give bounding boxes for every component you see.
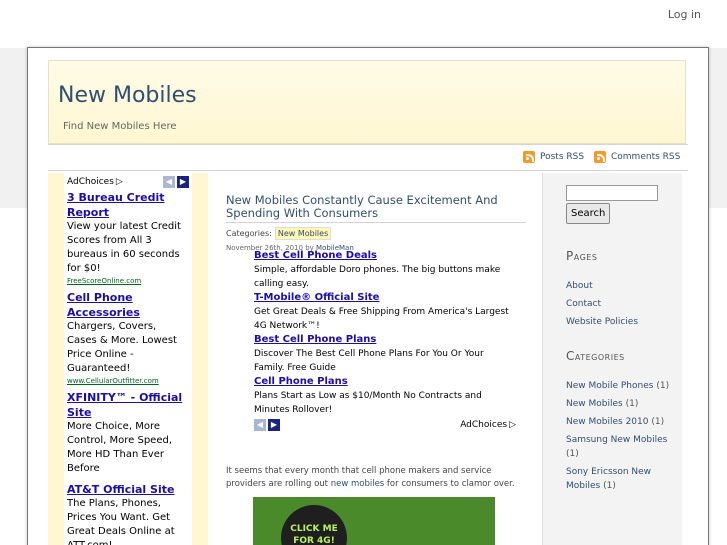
ad-title-link[interactable]: 3 Bureau Credit Report xyxy=(67,190,189,220)
site-description: Find New Mobiles Here xyxy=(63,121,177,132)
categories-list: New Mobile Phones (1) New Mobiles (1) Ne… xyxy=(566,379,676,497)
body-text: for consumers to clamor over. xyxy=(384,479,515,489)
site-title[interactable]: New Mobiles xyxy=(58,83,197,108)
top-bar: Log in xyxy=(0,0,727,48)
list-item: Samsung New Mobiles (1) xyxy=(566,433,676,461)
ad-text: More Choice, More Control, More Speed, M… xyxy=(67,421,172,474)
rss-icon xyxy=(594,151,606,163)
page-link-policies[interactable]: Website Policies xyxy=(566,317,638,327)
prev-arrow-icon[interactable]: ◀ xyxy=(163,175,175,188)
sidebar: Search Pages About Contact Website Polic… xyxy=(542,173,682,545)
category-count: (1) xyxy=(656,381,670,391)
category-link[interactable]: Samsung New Mobiles xyxy=(566,435,667,445)
ad-nav: ◀ ▶ xyxy=(254,419,280,431)
ad-url-link[interactable]: www.CellularOutfitter.com xyxy=(67,376,189,386)
ad-url-link[interactable]: FreeScoreOnline.com xyxy=(67,276,189,286)
ad-header: AdChoices ▷ ◀ ▶ xyxy=(67,173,189,190)
divider xyxy=(226,222,526,223)
ad-text: Chargers, Covers, Cases & More. Lowest P… xyxy=(67,321,177,374)
categories-label: Categories: xyxy=(226,229,272,238)
post: New Mobiles Constantly Cause Excitement … xyxy=(226,194,526,252)
category-count: (1) xyxy=(566,449,579,459)
ad-text: View your latest Credit Scores from All … xyxy=(67,221,181,274)
list-item: New Mobile Phones (1) xyxy=(566,379,676,393)
ad-text: Discover The Best Cell Phone Plans For Y… xyxy=(254,349,484,373)
category-link[interactable]: New Mobile Phones xyxy=(566,381,653,391)
list-item: New Mobiles 2010 (1) xyxy=(566,415,676,429)
adchoices-icon: ▷ xyxy=(509,420,516,430)
category-link[interactable]: New Mobiles 2010 xyxy=(566,417,648,427)
ad-text: Get Great Deals & Free Shipping From Ame… xyxy=(254,307,509,331)
pages-heading: Pages xyxy=(566,249,598,263)
body-link[interactable]: new mobiles xyxy=(331,479,385,489)
next-arrow-icon[interactable]: ▶ xyxy=(268,419,280,431)
ad-nav: ◀ ▶ xyxy=(163,175,189,188)
post-categories: Categories: New Mobiles xyxy=(226,227,526,240)
rss-icon xyxy=(523,151,535,163)
comments-rss-label: Comments RSS xyxy=(611,152,681,162)
posts-rss-label: Posts RSS xyxy=(540,152,585,162)
list-item: Website Policies xyxy=(566,315,676,329)
adchoices-link[interactable]: AdChoices ▷ xyxy=(460,420,516,430)
next-arrow-icon[interactable]: ▶ xyxy=(177,175,189,188)
ad-title-link[interactable]: T-Mobile® Official Site xyxy=(254,291,516,305)
category-count: (1) xyxy=(603,481,616,491)
categories-heading: Categories xyxy=(566,349,625,363)
login-link[interactable]: Log in xyxy=(668,8,701,21)
prev-arrow-icon[interactable]: ◀ xyxy=(254,419,266,431)
adchoices-icon: ▷ xyxy=(115,176,123,187)
list-item: Contact xyxy=(566,297,676,311)
list-item: New Mobiles (1) xyxy=(566,397,676,411)
page-link-contact[interactable]: Contact xyxy=(566,299,601,309)
comments-rss-link[interactable]: Comments RSS xyxy=(594,151,680,163)
site-header: New Mobiles Find New Mobiles Here xyxy=(48,60,686,144)
search-button[interactable]: Search xyxy=(566,203,611,224)
search-input[interactable] xyxy=(566,185,658,201)
list-item: Sony Ericsson New Mobiles (1) xyxy=(566,465,676,493)
banner-ad[interactable]: CLICK ME FOR 4G! xyxy=(253,497,495,545)
ad-text: The Plans, Phones, Prices You Want. Get … xyxy=(67,498,175,545)
ad-text: Simple, affordable Doro phones. The big … xyxy=(254,265,501,289)
category-tag[interactable]: New Mobiles xyxy=(274,227,332,240)
banner-text: CLICK ME FOR 4G! xyxy=(281,505,347,545)
list-item: About xyxy=(566,279,676,293)
posts-rss-link[interactable]: Posts RSS xyxy=(523,151,584,163)
left-ad-unit: AdChoices ▷ ◀ ▶ 3 Bureau Credit Report Vi… xyxy=(64,173,192,545)
category-count: (1) xyxy=(625,399,639,409)
ad-footer: ◀ ▶ AdChoices ▷ xyxy=(254,419,516,431)
ad-title-link[interactable]: Best Cell Phone Plans xyxy=(254,333,516,347)
pages-list: About Contact Website Policies xyxy=(566,279,676,333)
ad-title-link[interactable]: Cell Phone Accessories xyxy=(67,290,189,320)
ad-title-link[interactable]: XFINITY™ - Official Site xyxy=(67,390,189,420)
divider xyxy=(48,144,688,145)
category-count: (1) xyxy=(651,417,665,427)
ad-title-link[interactable]: AT&T Official Site xyxy=(67,482,189,497)
ad-title-link[interactable]: Best Cell Phone Deals xyxy=(254,249,516,263)
adchoices-link[interactable]: AdChoices ▷ xyxy=(67,177,123,187)
page-link-about[interactable]: About xyxy=(566,281,593,291)
ad-text: Plans Start as Low as $10/Month No Contr… xyxy=(254,391,482,415)
category-link[interactable]: New Mobiles xyxy=(566,399,623,409)
page-container: New Mobiles Find New Mobiles Here Posts … xyxy=(27,47,709,545)
post-body: It seems that every month that cell phon… xyxy=(226,465,526,491)
post-title[interactable]: New Mobiles Constantly Cause Excitement … xyxy=(226,194,526,220)
adchoices-label: AdChoices xyxy=(460,420,508,430)
divider xyxy=(48,170,688,171)
inline-ad-unit: Best Cell Phone Deals Simple, affordable… xyxy=(254,249,516,431)
ad-title-link[interactable]: Cell Phone Plans xyxy=(254,375,516,389)
adchoices-label: AdChoices xyxy=(67,176,114,187)
